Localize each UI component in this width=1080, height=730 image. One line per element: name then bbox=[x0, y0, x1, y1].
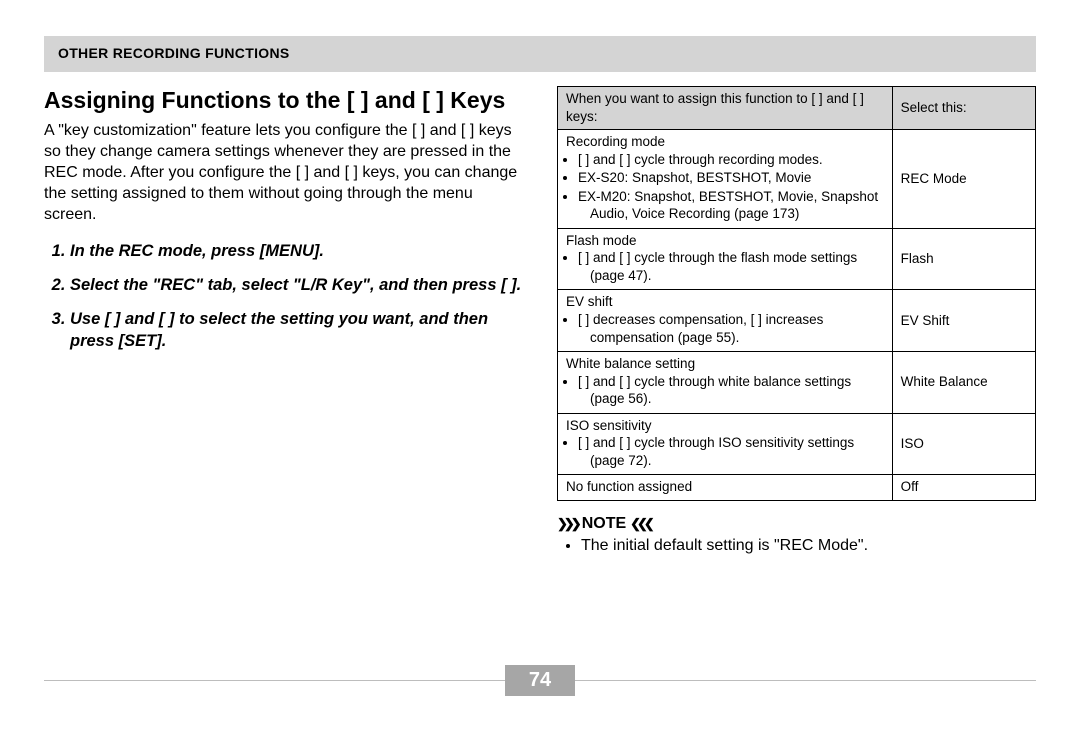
left-column: Assigning Functions to the [ ] and [ ] K… bbox=[44, 86, 523, 555]
row-bullets: [ ] and [ ] cycle through recording mode… bbox=[566, 151, 884, 223]
row-bullets: [ ] decreases compensation, [ ] increase… bbox=[566, 311, 884, 346]
row-bullet: [ ] decreases compensation, [ ] increase… bbox=[578, 311, 884, 346]
row-bullet: [ ] and [ ] cycle through ISO sensitivit… bbox=[578, 434, 884, 469]
table-cell-function: White balance setting[ ] and [ ] cycle t… bbox=[558, 352, 893, 414]
row-title: Recording mode bbox=[566, 133, 884, 151]
steps-list: In the REC mode, press [MENU]. Select th… bbox=[44, 240, 523, 353]
note-item: The initial default setting is "REC Mode… bbox=[581, 537, 1036, 555]
table-cell-select: Off bbox=[892, 475, 1035, 501]
note-label-row: ❯❯❯ NOTE ❮❮❮ bbox=[557, 515, 1036, 533]
row-bullet: [ ] and [ ] cycle through white balance … bbox=[578, 373, 884, 408]
table-row: ISO sensitivity[ ] and [ ] cycle through… bbox=[558, 413, 1036, 475]
table-cell-select: ISO bbox=[892, 413, 1035, 475]
table-row: EV shift[ ] decreases compensation, [ ] … bbox=[558, 290, 1036, 352]
footer-rule-right bbox=[575, 680, 1036, 681]
page: OTHER RECORDING FUNCTIONS Assigning Func… bbox=[0, 0, 1080, 555]
table-row: Flash mode[ ] and [ ] cycle through the … bbox=[558, 228, 1036, 290]
section-header-bar: OTHER RECORDING FUNCTIONS bbox=[44, 36, 1036, 72]
row-bullet: [ ] and [ ] cycle through the flash mode… bbox=[578, 249, 884, 284]
row-title: ISO sensitivity bbox=[566, 417, 884, 435]
page-footer: 74 bbox=[44, 665, 1036, 696]
table-cell-function: No function assigned bbox=[558, 475, 893, 501]
table-cell-function: Flash mode[ ] and [ ] cycle through the … bbox=[558, 228, 893, 290]
table-cell-function: EV shift[ ] decreases compensation, [ ] … bbox=[558, 290, 893, 352]
table-cell-select: White Balance bbox=[892, 352, 1035, 414]
step-item: Select the "REC" tab, select "L/R Key", … bbox=[70, 274, 523, 296]
function-table: When you want to assign this function to… bbox=[557, 86, 1036, 501]
note-block: ❯❯❯ NOTE ❮❮❮ The initial default setting… bbox=[557, 515, 1036, 555]
note-list: The initial default setting is "REC Mode… bbox=[557, 537, 1036, 555]
row-bullets: [ ] and [ ] cycle through white balance … bbox=[566, 373, 884, 408]
table-cell-select: REC Mode bbox=[892, 130, 1035, 229]
table-cell-function: ISO sensitivity[ ] and [ ] cycle through… bbox=[558, 413, 893, 475]
note-label: NOTE bbox=[582, 515, 626, 533]
row-title: White balance setting bbox=[566, 355, 884, 373]
row-bullets: [ ] and [ ] cycle through ISO sensitivit… bbox=[566, 434, 884, 469]
row-bullets: [ ] and [ ] cycle through the flash mode… bbox=[566, 249, 884, 284]
step-item: In the REC mode, press [MENU]. bbox=[70, 240, 523, 262]
page-number: 74 bbox=[505, 665, 575, 696]
content-columns: Assigning Functions to the [ ] and [ ] K… bbox=[44, 86, 1036, 555]
row-title: Flash mode bbox=[566, 232, 884, 250]
footer-rule-left bbox=[44, 680, 505, 681]
row-title: EV shift bbox=[566, 293, 884, 311]
step-item: Use [ ] and [ ] to select the setting yo… bbox=[70, 308, 523, 353]
table-header-row: When you want to assign this function to… bbox=[558, 87, 1036, 130]
intro-paragraph: A "key customization" feature lets you c… bbox=[44, 120, 523, 226]
table-row: No function assigned Off bbox=[558, 475, 1036, 501]
row-bullet: EX-M20: Snapshot, BESTSHOT, Movie, Snaps… bbox=[578, 188, 884, 223]
table-cell-select: EV Shift bbox=[892, 290, 1035, 352]
table-row: White balance setting[ ] and [ ] cycle t… bbox=[558, 352, 1036, 414]
table-cell-select: Flash bbox=[892, 228, 1035, 290]
table-header-right: Select this: bbox=[892, 87, 1035, 130]
page-title: Assigning Functions to the [ ] and [ ] K… bbox=[44, 86, 523, 114]
right-column: When you want to assign this function to… bbox=[557, 86, 1036, 555]
section-header-text: OTHER RECORDING FUNCTIONS bbox=[58, 45, 290, 61]
chevron-right-icon: ❯❯❯ bbox=[557, 516, 578, 532]
table-row: Recording mode[ ] and [ ] cycle through … bbox=[558, 130, 1036, 229]
row-title: No function assigned bbox=[566, 478, 884, 496]
row-bullet: [ ] and [ ] cycle through recording mode… bbox=[578, 151, 884, 169]
chevron-left-icon: ❮❮❮ bbox=[630, 516, 651, 532]
table-header-left: When you want to assign this function to… bbox=[558, 87, 893, 130]
table-cell-function: Recording mode[ ] and [ ] cycle through … bbox=[558, 130, 893, 229]
row-bullet: EX-S20: Snapshot, BESTSHOT, Movie bbox=[578, 169, 884, 187]
